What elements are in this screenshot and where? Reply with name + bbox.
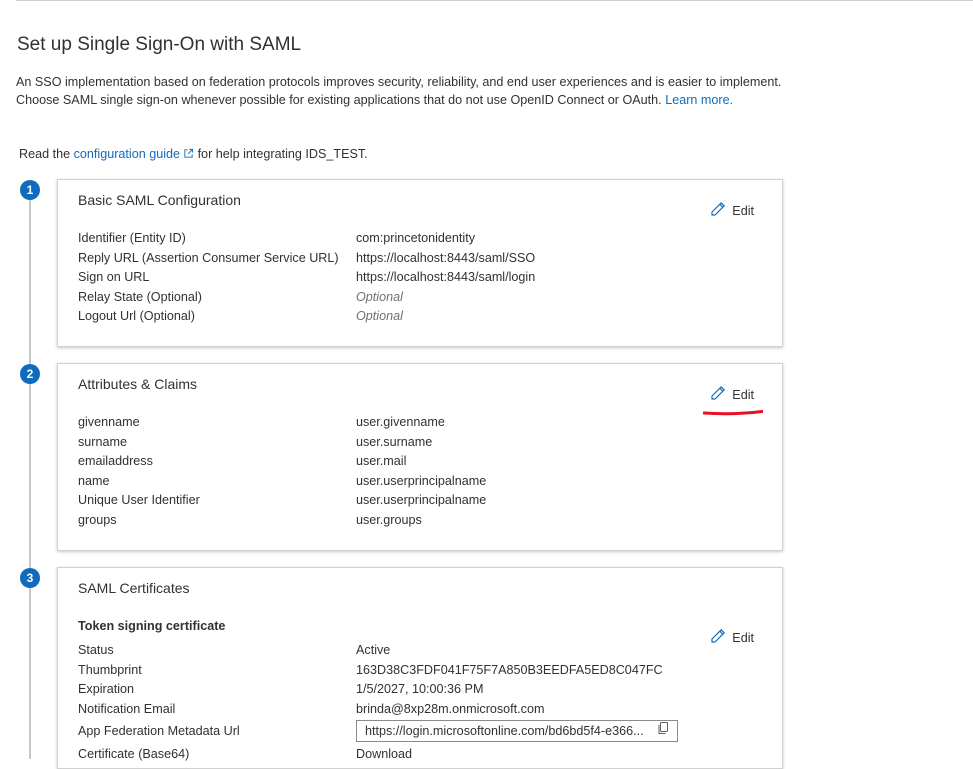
card-title: Basic SAML Configuration (78, 192, 241, 208)
token-signing-certificate-heading: Token signing certificate (78, 619, 226, 633)
external-link-icon (183, 148, 194, 162)
table-row: Unique User Identifier user.userprincipal… (78, 493, 487, 507)
download-certificate-link[interactable]: Download (356, 745, 412, 765)
read-guide-line: Read the configuration guide for help in… (19, 147, 368, 162)
certificate-rows: Status Active Thumbprint 163D38C3FDF041F75… (78, 641, 678, 765)
top-divider (16, 0, 973, 1)
table-row: surname user.surname (78, 434, 433, 449)
saml-certificates-card: SAML Certificates Token signing certific… (57, 567, 783, 769)
step-2-badge: 2 (20, 364, 40, 384)
table-row: givenname user.givenname (78, 415, 445, 429)
edit-saml-certificates-button[interactable]: Edit (710, 628, 754, 647)
step-3-badge: 3 (20, 568, 40, 588)
table-row: Identifier (Entity ID) com:princetonident… (78, 231, 476, 245)
pencil-icon (710, 628, 726, 647)
table-row: emailaddress user.mail (78, 454, 407, 468)
edit-basic-saml-button[interactable]: Edit (710, 201, 754, 220)
card-title: Attributes & Claims (78, 376, 198, 392)
metadata-url-value: https://login.microsoftonline.com/bd6bd5… (365, 724, 644, 738)
learn-more-link[interactable]: Learn more. (665, 93, 733, 107)
page-title: Set up Single Sign-On with SAML (17, 34, 302, 55)
copy-icon[interactable] (657, 721, 669, 741)
pencil-icon (710, 201, 726, 220)
step-1-badge: 1 (20, 180, 40, 200)
edit-attributes-claims-button[interactable]: Edit (710, 385, 754, 404)
pencil-icon (710, 385, 726, 404)
table-row: Sign on URL https://localhost:8443/saml/l… (78, 270, 536, 284)
basic-saml-rows: Identifier (Entity ID) com:princetonident… (78, 229, 535, 327)
table-row: groups user.groups (78, 512, 422, 527)
configuration-guide-link[interactable]: configuration guide (74, 147, 194, 161)
table-row: Reply URL (Assertion Consumer Service UR… (78, 250, 536, 265)
table-row: Certificate (Base64) Download (78, 745, 678, 765)
table-row: Thumbprint 163D38C3FDF041F75F7A850B3EEDFA… (78, 662, 663, 677)
edit-label: Edit (732, 203, 754, 218)
table-row: Logout Url (Optional) Optional (78, 309, 403, 323)
metadata-url-field[interactable]: https://login.microsoftonline.com/bd6bd5… (356, 720, 678, 742)
table-row: Notification Email brinda@8xp28m.onmicros… (78, 701, 545, 716)
table-row: Status Active (78, 643, 391, 657)
red-annotation-underline (703, 410, 763, 416)
table-row: Relay State (Optional) Optional (78, 289, 403, 304)
attributes-claims-rows: givenname user.givenname surname user.surn… (78, 413, 486, 530)
read-guide-prefix: Read the (19, 147, 71, 161)
read-guide-suffix: for help integrating IDS_TEST. (197, 147, 368, 161)
table-row: Expiration 1/5/2027, 10:00:36 PM (78, 682, 484, 696)
basic-saml-configuration-card: Basic SAML Configuration Edit Identifier… (57, 179, 783, 347)
steps-connector-line (29, 198, 31, 759)
table-row: name user.userprincipalname (78, 473, 487, 488)
attributes-claims-card: Attributes & Claims Edit givenname user.g… (57, 363, 783, 551)
edit-label: Edit (732, 387, 754, 402)
intro-paragraph: An SSO implementation based on federatio… (16, 74, 816, 109)
edit-label: Edit (732, 630, 754, 645)
table-row: App Federation Metadata Url https://logi… (78, 720, 678, 744)
card-title: SAML Certificates (78, 580, 190, 596)
